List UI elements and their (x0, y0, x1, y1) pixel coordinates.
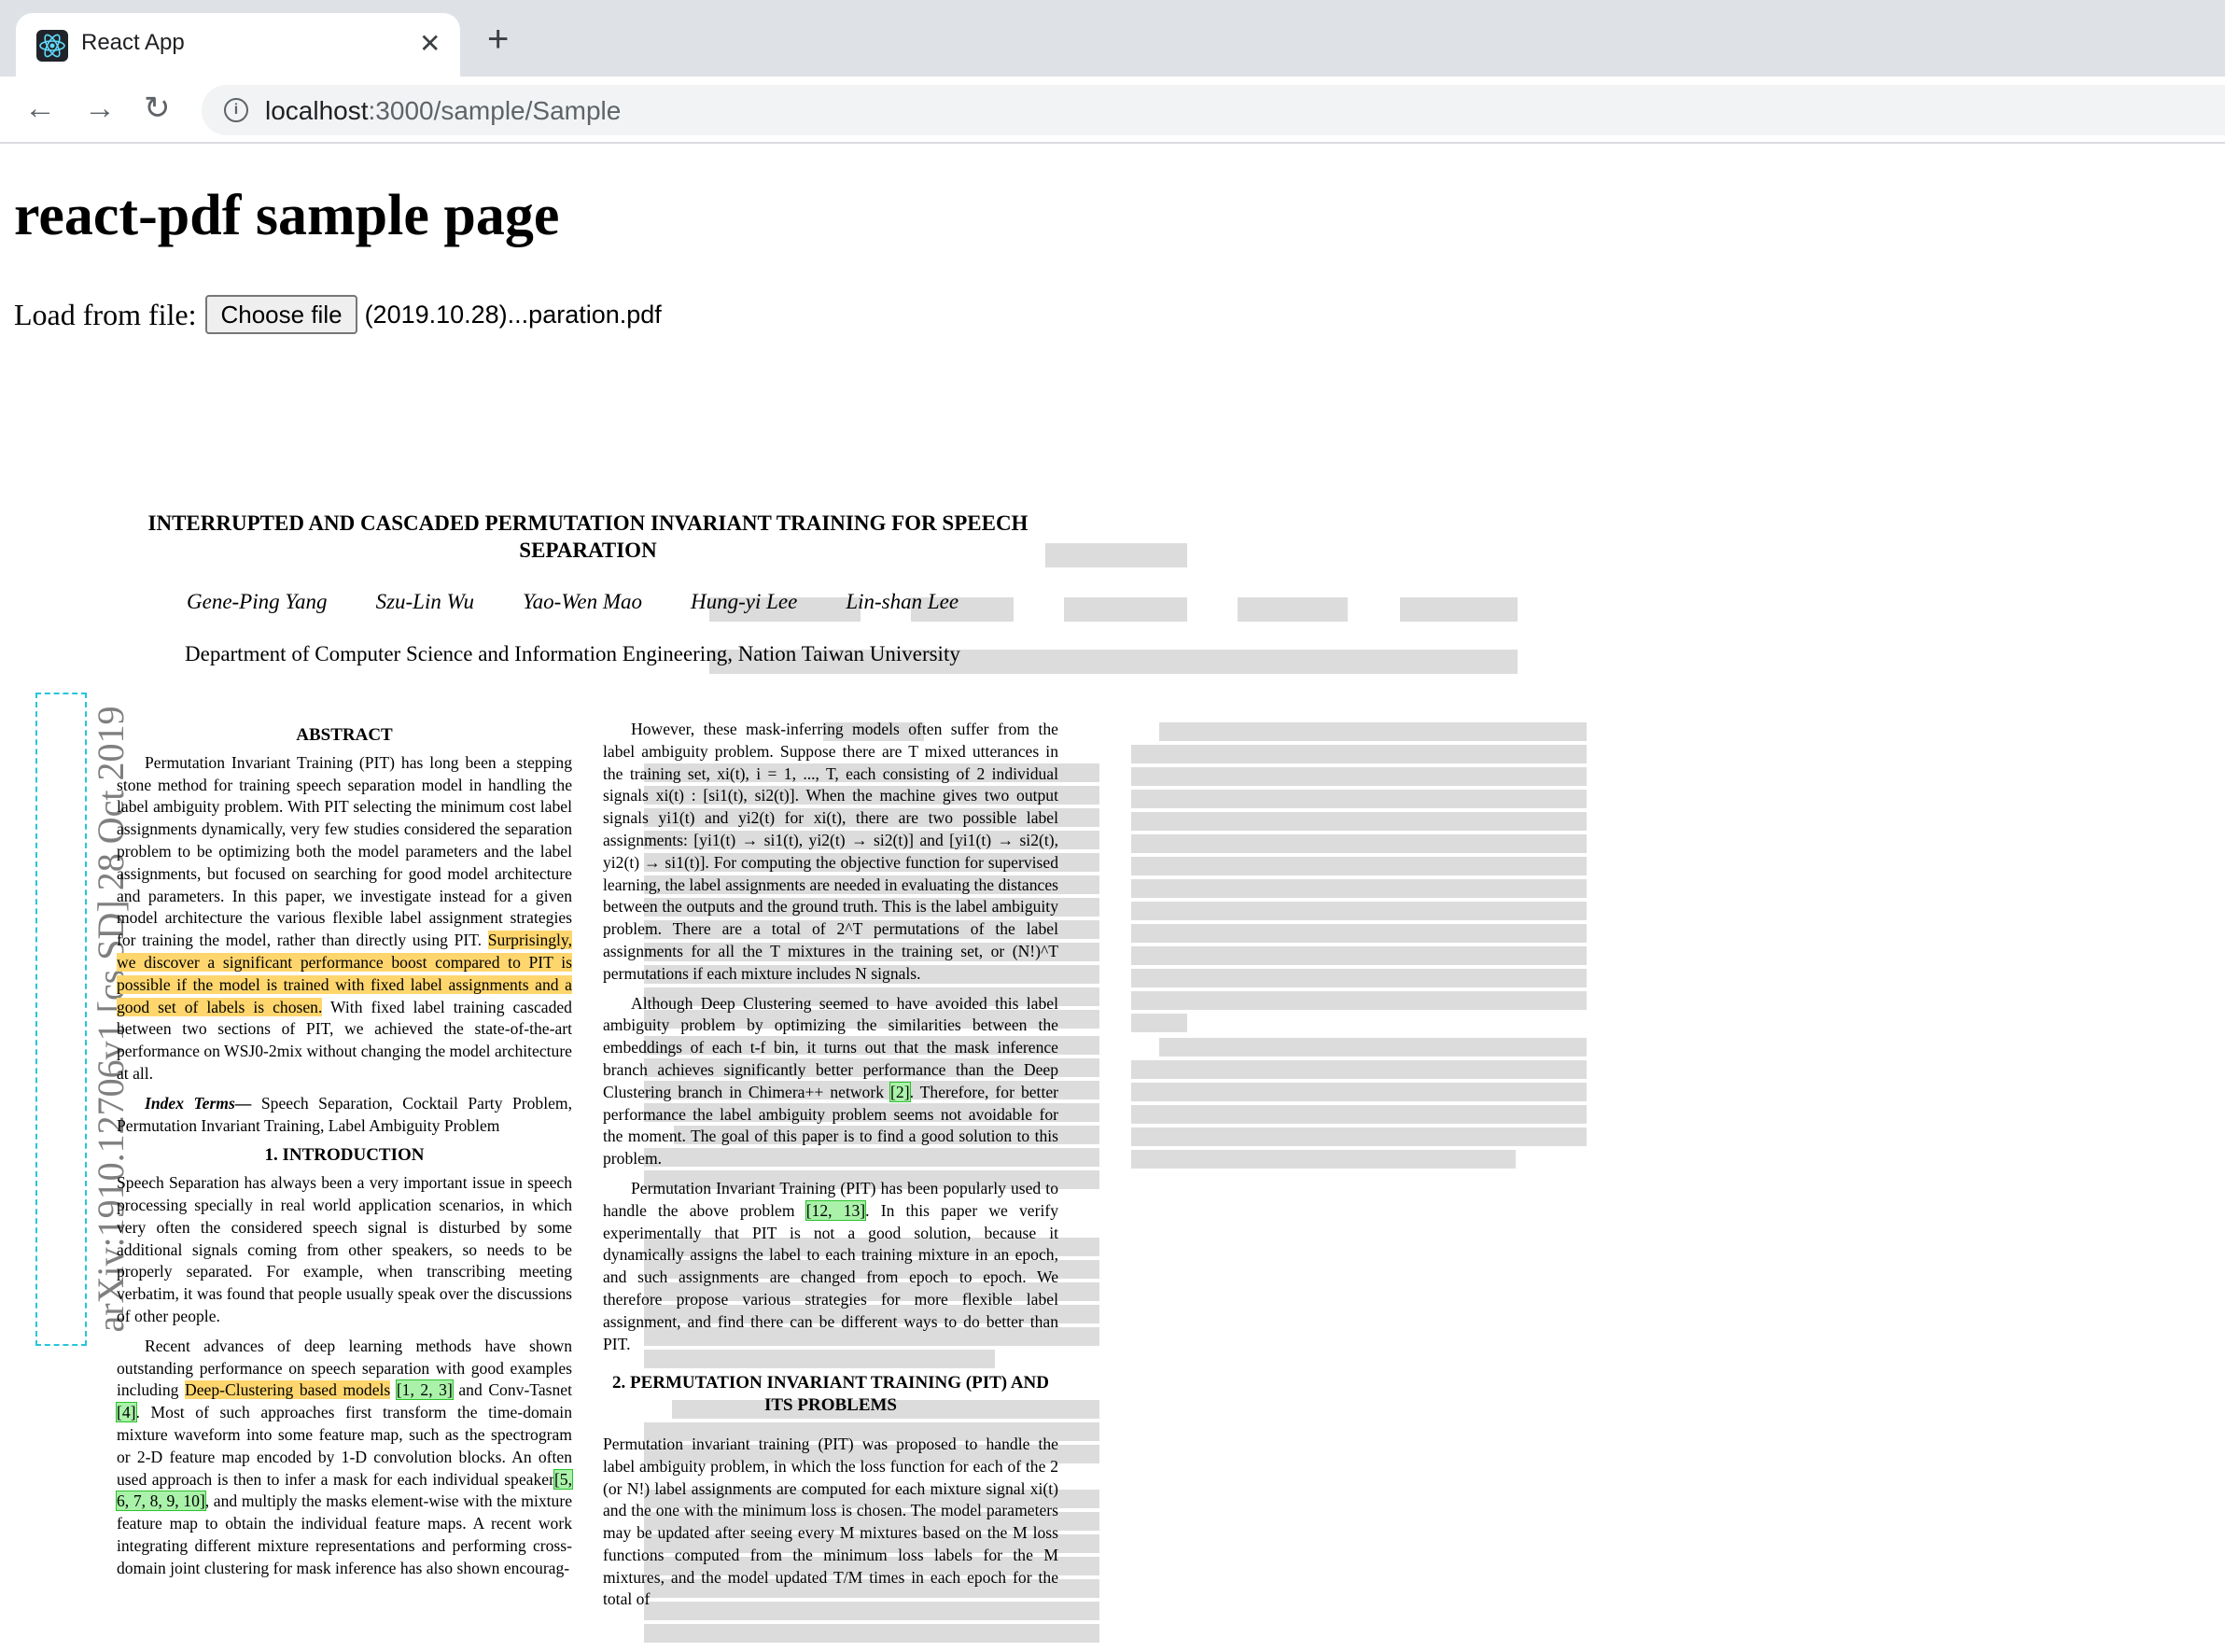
tab-title: React App (81, 30, 185, 55)
author: Yao-Wen Mao (523, 590, 643, 613)
body-paragraph: Permutation invariant training (PIT) was… (603, 1434, 1058, 1609)
citation-link[interactable]: [2] (889, 1081, 911, 1102)
author: Gene-Ping Yang (187, 590, 328, 613)
browser-tab[interactable]: React App ✕ (16, 13, 460, 77)
back-icon[interactable]: ← (24, 90, 56, 127)
author-list: Gene-Ping Yang Szu-Lin Wu Yao-Wen Mao Hu… (187, 590, 959, 614)
abstract-heading: ABSTRACT (296, 725, 393, 745)
author: Hung-yi Lee (691, 590, 798, 613)
react-logo-icon (36, 30, 68, 62)
body-paragraph: However, these mask-inferring models oft… (603, 720, 1058, 983)
section-2-heading: 2. PERMUTATION INVARIANT TRAINING (PIT) … (611, 1373, 1049, 1416)
intro-paragraph: Speech Separation has always been a very… (117, 1173, 572, 1325)
abstract-text: Permutation Invariant Training (PIT) has… (117, 752, 572, 1083)
body-paragraph: Permutation Invariant Training (PIT) has… (603, 1178, 1059, 1353)
choose-file-button[interactable]: Choose file (205, 295, 357, 334)
citation-link[interactable]: [1, 2, 3] (395, 1379, 454, 1401)
forward-icon[interactable]: → (84, 90, 116, 127)
paper-column-left: ABSTRACT Permutation Invariant Training … (116, 719, 573, 1587)
arxiv-stamp-box (35, 693, 87, 1346)
close-icon[interactable]: ✕ (419, 28, 441, 59)
affiliation: Department of Computer Science and Infor… (185, 642, 960, 665)
intro-paragraph: Recent advances of deep learning methods… (116, 1336, 573, 1577)
citation-link[interactable]: [4] (116, 1402, 137, 1423)
browser-toolbar: ← → ↻ i localhost:3000/sample/Sample (0, 77, 2225, 144)
citation-link[interactable]: [12, 13] (805, 1199, 867, 1221)
file-loader: Load from file: Choose file (2019.10.28)… (14, 295, 662, 334)
intro-heading: 1. INTRODUCTION (264, 1145, 425, 1166)
info-icon[interactable]: i (224, 98, 248, 122)
page-title: react-pdf sample page (14, 184, 560, 247)
new-tab-icon[interactable]: + (487, 21, 509, 58)
tab-strip: React App ✕ + (0, 0, 2225, 77)
paper-column-right: However, these mask-inferring models oft… (603, 719, 1058, 1618)
url-text: localhost:3000/sample/Sample (265, 96, 622, 125)
reload-icon[interactable]: ↻ (144, 90, 171, 127)
body-paragraph: Although Deep Clustering seemed to have … (603, 993, 1059, 1169)
selected-file-name: (2019.10.28)...paration.pdf (364, 300, 662, 329)
load-label: Load from file: (14, 297, 197, 331)
author: Szu-Lin Wu (375, 590, 474, 613)
author: Lin-shan Lee (846, 590, 959, 613)
paper-title: INTERRUPTED AND CASCADED PERMUTATION INV… (147, 511, 1029, 562)
index-terms: Index Terms— Speech Separation, Cocktail… (117, 1093, 572, 1135)
address-bar[interactable]: i localhost:3000/sample/Sample (202, 85, 2225, 135)
highlight[interactable]: Deep-Clustering based models (185, 1380, 391, 1400)
